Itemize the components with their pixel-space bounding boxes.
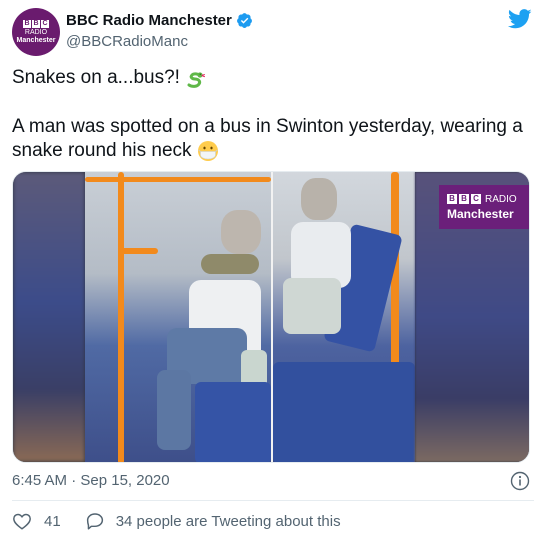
media-blurred-edge-left (13, 172, 85, 462)
avatar-letter: C (41, 19, 49, 28)
snake-icon (187, 72, 206, 88)
tweet-text-content: A man was spotted on a bus in Swinton ye… (12, 116, 523, 161)
watermark-letter: B (459, 194, 469, 204)
seated-man-side (283, 178, 353, 378)
watermark-radio-text: RADIO (485, 193, 517, 205)
bbc-radio-manchester-watermark: B B C RADIO Manchester (439, 185, 529, 229)
avatar-radio-text: RADIO (24, 28, 48, 36)
avatar-bbc-blocks: B B C (23, 19, 49, 28)
like-count[interactable]: 41 (44, 513, 61, 530)
media-photo-left (85, 172, 271, 462)
author-display-name[interactable]: BBC Radio Manchester (66, 12, 232, 29)
bus-rail (118, 248, 158, 254)
tweet-text-line2: A man was spotted on a bus in Swinton ye… (12, 115, 532, 163)
tweet-card: B B C RADIO Manchester BBC Radio Manches… (0, 0, 546, 542)
info-icon[interactable] (510, 471, 530, 491)
tweet-timestamp[interactable]: 6:45 AM · Sep 15, 2020 (12, 472, 170, 489)
tweet-text-line1: Snakes on a...bus?! (12, 66, 532, 90)
avatar-letter: B (23, 19, 31, 28)
tweeting-about-link[interactable]: 34 people are Tweeting about this (116, 513, 341, 530)
media-photo-right (273, 172, 415, 462)
avatar-city-text: Manchester (16, 36, 56, 44)
avatar[interactable]: B B C RADIO Manchester (12, 8, 60, 56)
author-handle[interactable]: @BBCRadioManc (66, 33, 188, 50)
tweet-actions: 41 34 people are Tweeting about this (12, 512, 341, 530)
bus-rail (85, 177, 271, 182)
face-mask-icon (197, 140, 218, 161)
author-name-row[interactable]: BBC Radio Manchester (66, 12, 253, 29)
divider-line (12, 500, 534, 501)
heart-icon[interactable] (12, 512, 32, 530)
speech-bubble-icon[interactable] (85, 512, 105, 530)
bus-seat (195, 382, 271, 462)
twitter-bird-icon[interactable] (508, 9, 532, 29)
watermark-city-text: Manchester (447, 206, 514, 221)
tweet-media-video[interactable]: B B C RADIO Manchester (12, 171, 530, 463)
verified-badge-icon (236, 13, 252, 28)
tweet-text-content: Snakes on a...bus?! (12, 67, 186, 88)
bus-pole (118, 172, 124, 462)
watermark-letter: C (471, 194, 481, 204)
avatar-letter: B (32, 19, 40, 28)
watermark-letter: B (447, 194, 457, 204)
